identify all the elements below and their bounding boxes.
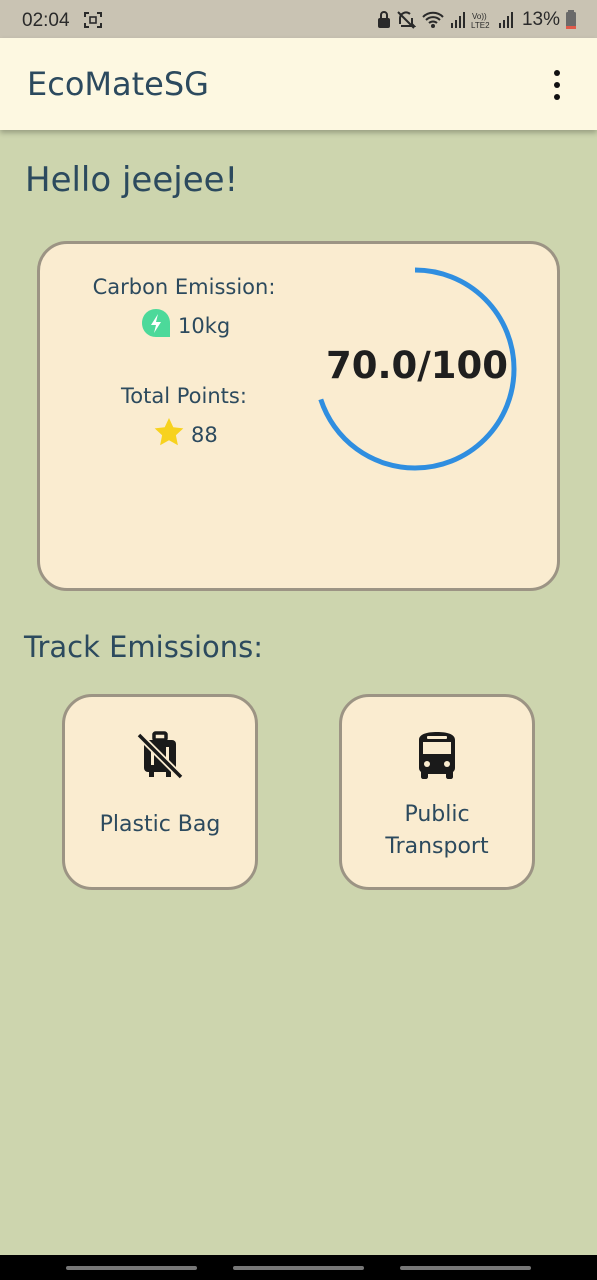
nav-back-handle[interactable] — [400, 1266, 531, 1270]
greeting: Hello jeejee! — [25, 160, 239, 200]
system-nav-bar — [0, 1255, 597, 1280]
carbon-emission-label: Carbon Emission: — [92, 275, 276, 299]
carbon-emission-value: 10kg — [178, 313, 231, 338]
nav-home-handle[interactable] — [233, 1266, 364, 1270]
lock-icon — [377, 11, 391, 29]
bolt-icon — [140, 307, 172, 344]
app-bar: EcoMateSG — [0, 38, 597, 130]
volte-icon: Vo)) LTE2 — [471, 10, 493, 30]
public-transport-label: Public Transport — [385, 802, 489, 859]
carbon-emission-row: 10kg — [140, 307, 230, 344]
battery-percent: 13% — [521, 9, 560, 30]
score-text: 70.0/100 — [326, 344, 509, 387]
signal-icon — [450, 11, 466, 29]
signal-icon — [498, 11, 514, 29]
public-transport-button[interactable]: Public Transport — [339, 694, 535, 890]
app-title: EcoMateSG — [27, 65, 209, 103]
plastic-bag-button[interactable]: Plastic Bag — [62, 694, 258, 890]
nav-recents-handle[interactable] — [66, 1266, 197, 1270]
svg-text:Vo)): Vo)) — [472, 12, 487, 21]
status-time: 02:04 — [22, 10, 70, 31]
wifi-icon — [421, 11, 445, 29]
total-points-row: 88 — [153, 416, 218, 453]
mute-icon — [396, 10, 416, 30]
plastic-bag-label: Plastic Bag — [99, 812, 221, 837]
svg-text:LTE2: LTE2 — [471, 21, 490, 30]
screenshot-icon — [84, 12, 102, 28]
status-bar: 02:04 Vo)) LTE2 13% — [0, 0, 597, 38]
more-vert-icon[interactable] — [541, 68, 573, 102]
battery-icon — [565, 10, 577, 30]
no-luggage-icon — [135, 730, 185, 780]
total-points-label: Total Points: — [121, 384, 247, 408]
status-icons: Vo)) LTE2 13% — [377, 9, 577, 31]
stats-card: Carbon Emission: 10kg Total Points: 88 7… — [37, 241, 560, 591]
total-points-value: 88 — [191, 422, 218, 447]
track-emissions-title: Track Emissions: — [24, 630, 264, 664]
star-icon — [153, 416, 185, 453]
bus-icon — [412, 730, 462, 780]
